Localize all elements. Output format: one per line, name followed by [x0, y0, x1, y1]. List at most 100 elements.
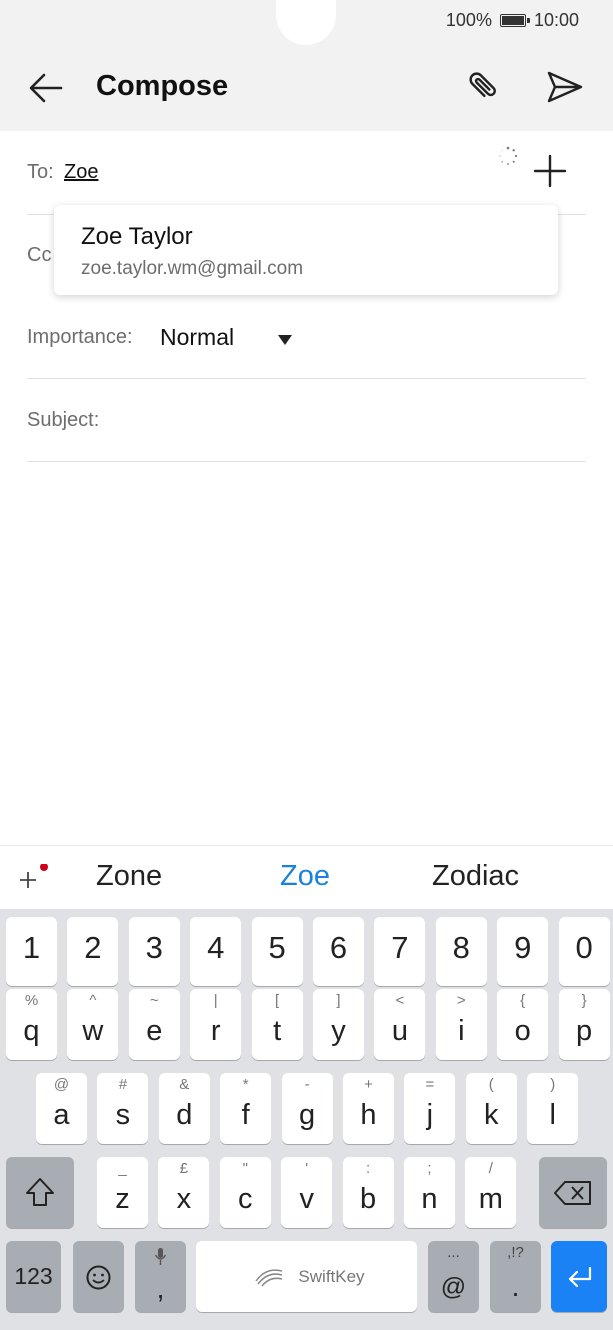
key-j[interactable]: = j	[404, 1073, 456, 1144]
key-e[interactable]: ~ e	[128, 989, 180, 1060]
key-v[interactable]: ' v	[281, 1157, 333, 1228]
subject-field-row[interactable]: Subject:	[27, 378, 586, 462]
plus-icon	[20, 863, 48, 888]
key-y-label: y	[331, 1015, 346, 1047]
to-recipient-input[interactable]: Zoe	[64, 161, 98, 184]
key-h[interactable]: + h	[343, 1073, 394, 1144]
prediction-word-2[interactable]: Zoe	[280, 860, 330, 893]
key-0[interactable]: 0	[558, 917, 610, 986]
enter-icon	[568, 1266, 592, 1288]
backspace-key[interactable]	[539, 1157, 607, 1228]
battery-percent: 100%	[445, 10, 492, 30]
key-z[interactable]: _ z	[97, 1157, 148, 1228]
space-key[interactable]: SwiftKey	[196, 1241, 417, 1312]
key-o[interactable]: {o	[497, 989, 549, 1060]
key-e-label: e	[146, 1015, 163, 1047]
period-key[interactable]: ,!? .	[490, 1241, 541, 1312]
importance-label: Importance:	[27, 326, 133, 348]
key-c[interactable]: " c	[219, 1157, 271, 1228]
key-l-hint: )	[550, 1076, 556, 1093]
key-l[interactable]: ) l	[527, 1073, 579, 1144]
key-c-label: c	[238, 1183, 253, 1215]
key-7[interactable]: 7	[374, 917, 426, 986]
app-bar: 100% 10:00 Compose	[0, 0, 613, 131]
key-m-label: m	[478, 1183, 503, 1215]
key-k-hint: (	[488, 1076, 494, 1093]
comma-key[interactable]: ,	[135, 1241, 186, 1312]
key-g[interactable]: -g	[281, 1073, 333, 1144]
key-7-label: 7	[391, 930, 409, 965]
key-4[interactable]: 4	[190, 917, 242, 986]
back-button[interactable]	[26, 68, 66, 108]
to-label: To:	[27, 161, 54, 183]
key-r[interactable]: | r	[190, 989, 242, 1060]
period-key-label: .	[511, 1271, 520, 1302]
key-x-label: x	[176, 1183, 192, 1215]
key-g-hint: -	[304, 1076, 310, 1093]
key-b[interactable]: :b	[342, 1157, 394, 1228]
send-button[interactable]	[544, 67, 586, 107]
phone-screen: 100% 10:00 Compose To: Zoe Cc Importance…	[0, 0, 613, 1330]
key-j-hint: =	[425, 1076, 435, 1093]
shift-icon	[26, 1178, 54, 1206]
key-o-label: o	[514, 1015, 531, 1047]
clock: 10:00	[533, 10, 579, 30]
key-4-label: 4	[207, 930, 225, 965]
key-p[interactable]: } p	[558, 989, 610, 1060]
send-icon	[547, 71, 583, 103]
key-t[interactable]: [t	[251, 989, 303, 1060]
key-i[interactable]: > i	[435, 989, 487, 1060]
key-s[interactable]: # s	[97, 1073, 149, 1144]
key-n-label: n	[421, 1183, 438, 1215]
subject-label: Subject:	[27, 409, 100, 431]
comma-key-label: ,	[156, 1273, 165, 1304]
key-2[interactable]: 2	[67, 917, 119, 986]
toolbar-expand-button[interactable]	[20, 863, 48, 892]
key-w-hint: ^	[89, 992, 97, 1009]
add-recipient-button[interactable]	[533, 154, 567, 188]
plus-icon	[533, 154, 567, 188]
key-9[interactable]: 9	[497, 917, 549, 986]
key-3[interactable]: 3	[128, 917, 180, 986]
key-k-label: k	[484, 1099, 499, 1131]
key-v-hint: '	[305, 1160, 309, 1177]
contact-suggestion[interactable]: Zoe Taylor zoe.taylor.wm@gmail.com	[54, 205, 558, 295]
key-n[interactable]: ; n	[404, 1157, 455, 1228]
key-m[interactable]: / m	[465, 1157, 517, 1228]
key-8[interactable]: 8	[435, 917, 487, 986]
key-f[interactable]: * f	[220, 1073, 272, 1144]
key-5[interactable]: 5	[251, 917, 303, 986]
key-1[interactable]: 1	[6, 917, 57, 986]
enter-key[interactable]	[551, 1241, 607, 1312]
key-g-label: g	[299, 1099, 316, 1131]
symbols-key[interactable]: 123	[6, 1241, 61, 1312]
key-y[interactable]: ] y	[313, 989, 364, 1060]
key-0-label: 0	[575, 930, 593, 965]
key-w[interactable]: ^ w	[67, 989, 119, 1060]
at-key-hint: ...	[447, 1244, 460, 1261]
dropdown-caret-icon[interactable]	[277, 334, 293, 346]
importance-row[interactable]: Importance: Normal	[27, 296, 586, 379]
key-p-label: p	[576, 1015, 593, 1047]
attach-button[interactable]	[463, 66, 503, 106]
key-x[interactable]: £ x	[158, 1157, 210, 1228]
key-f-hint: *	[242, 1076, 249, 1093]
emoji-icon	[86, 1265, 111, 1290]
emoji-key[interactable]	[73, 1241, 124, 1312]
prediction-word-1[interactable]: Zone	[96, 860, 162, 893]
key-u[interactable]: < u	[374, 989, 426, 1060]
back-arrow-icon	[29, 73, 63, 103]
key-d[interactable]: & d	[158, 1073, 210, 1144]
key-6[interactable]: 6	[313, 917, 364, 986]
key-b-hint: :	[366, 1160, 371, 1177]
prediction-word-3[interactable]: Zodiac	[432, 860, 519, 893]
key-b-label: b	[360, 1183, 377, 1215]
key-q[interactable]: % q	[6, 989, 57, 1060]
key-k[interactable]: (k	[465, 1073, 517, 1144]
shift-key[interactable]	[6, 1157, 74, 1228]
key-h-hint: +	[364, 1076, 373, 1093]
importance-select[interactable]: Normal	[160, 324, 234, 351]
to-field-row[interactable]: To: Zoe	[27, 132, 586, 215]
at-key[interactable]: ... @	[428, 1241, 479, 1312]
key-a[interactable]: @ a	[36, 1073, 87, 1144]
